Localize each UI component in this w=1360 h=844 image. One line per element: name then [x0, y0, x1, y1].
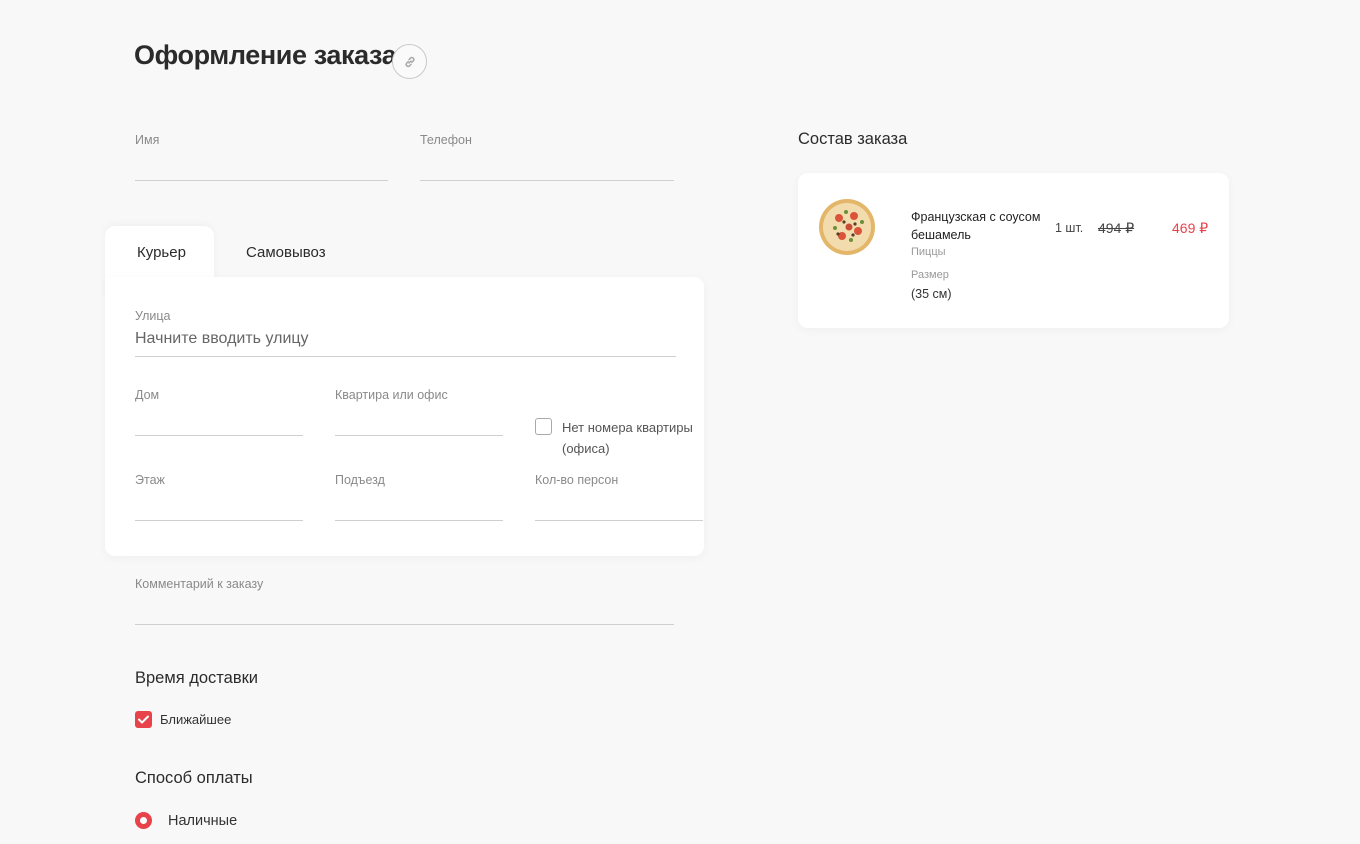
checkmark-icon [138, 715, 149, 724]
checkout-page: Оформление заказа Имя Телефон Курьер Сам… [0, 0, 1360, 844]
cash-label: Наличные [168, 813, 238, 829]
comment-underline [135, 624, 674, 625]
item-quantity: 1 шт. [1055, 221, 1084, 235]
tab-courier-label: Курьер [137, 244, 186, 261]
item-old-price: 494 ₽ [1098, 220, 1135, 236]
comment-input[interactable] [135, 604, 674, 621]
street-field[interactable]: Улица Начните вводить улицу [135, 309, 676, 357]
order-heading: Состав заказа [798, 130, 908, 148]
page-title: Оформление заказа [134, 40, 397, 70]
name-field[interactable]: Имя [135, 133, 388, 181]
item-category: Пиццы [911, 246, 946, 258]
item-size-value: (35 см) [911, 287, 952, 301]
house-underline [135, 435, 303, 436]
pizza-image [819, 199, 875, 255]
order-card: Французская с соусом бешамель Пиццы Разм… [798, 173, 1229, 328]
entrance-label: Подъезд [335, 473, 385, 487]
house-label: Дом [135, 388, 160, 402]
name-input[interactable] [135, 160, 388, 177]
comment-label: Комментарий к заказу [135, 577, 264, 591]
phone-field[interactable]: Телефон [420, 133, 674, 181]
house-field[interactable]: Дом [135, 388, 303, 436]
street-underline [135, 356, 676, 357]
street-label: Улица [135, 309, 171, 323]
no-apartment-checkbox[interactable] [535, 418, 552, 435]
floor-underline [135, 520, 303, 521]
phone-label: Телефон [420, 133, 472, 147]
phone-input[interactable] [420, 160, 674, 177]
apartment-field[interactable]: Квартира или офис [335, 388, 503, 436]
item-name: Французская с соусом бешамель [911, 210, 1041, 242]
item-size-label: Размер [911, 269, 949, 281]
comment-field[interactable]: Комментарий к заказу [135, 577, 674, 625]
name-underline [135, 180, 388, 181]
item-new-price: 469 ₽ [1172, 220, 1209, 236]
apartment-underline [335, 435, 503, 436]
copy-link-button[interactable] [392, 44, 427, 79]
nearest-time-checkbox[interactable] [135, 711, 152, 728]
no-apartment-label: Нет номера квартиры (офиса) [562, 420, 693, 456]
tab-pickup-label: Самовывоз [246, 244, 326, 261]
delivery-time-heading: Время доставки [135, 669, 259, 687]
apartment-label: Квартира или офис [335, 388, 448, 402]
entrance-field[interactable]: Подъезд [335, 473, 503, 521]
name-label: Имя [135, 133, 160, 147]
nearest-time-label: Ближайшее [160, 712, 232, 727]
cash-radio[interactable] [135, 812, 152, 829]
link-icon [404, 56, 415, 67]
persons-underline [535, 520, 703, 521]
entrance-underline [335, 520, 503, 521]
floor-field[interactable]: Этаж [135, 473, 303, 521]
persons-label: Кол-во персон [535, 473, 619, 487]
payment-heading: Способ оплаты [135, 769, 253, 787]
floor-label: Этаж [135, 473, 165, 487]
phone-underline [420, 180, 674, 181]
persons-field[interactable]: Кол-во персон [535, 473, 703, 521]
street-placeholder[interactable]: Начните вводить улицу [135, 330, 309, 348]
